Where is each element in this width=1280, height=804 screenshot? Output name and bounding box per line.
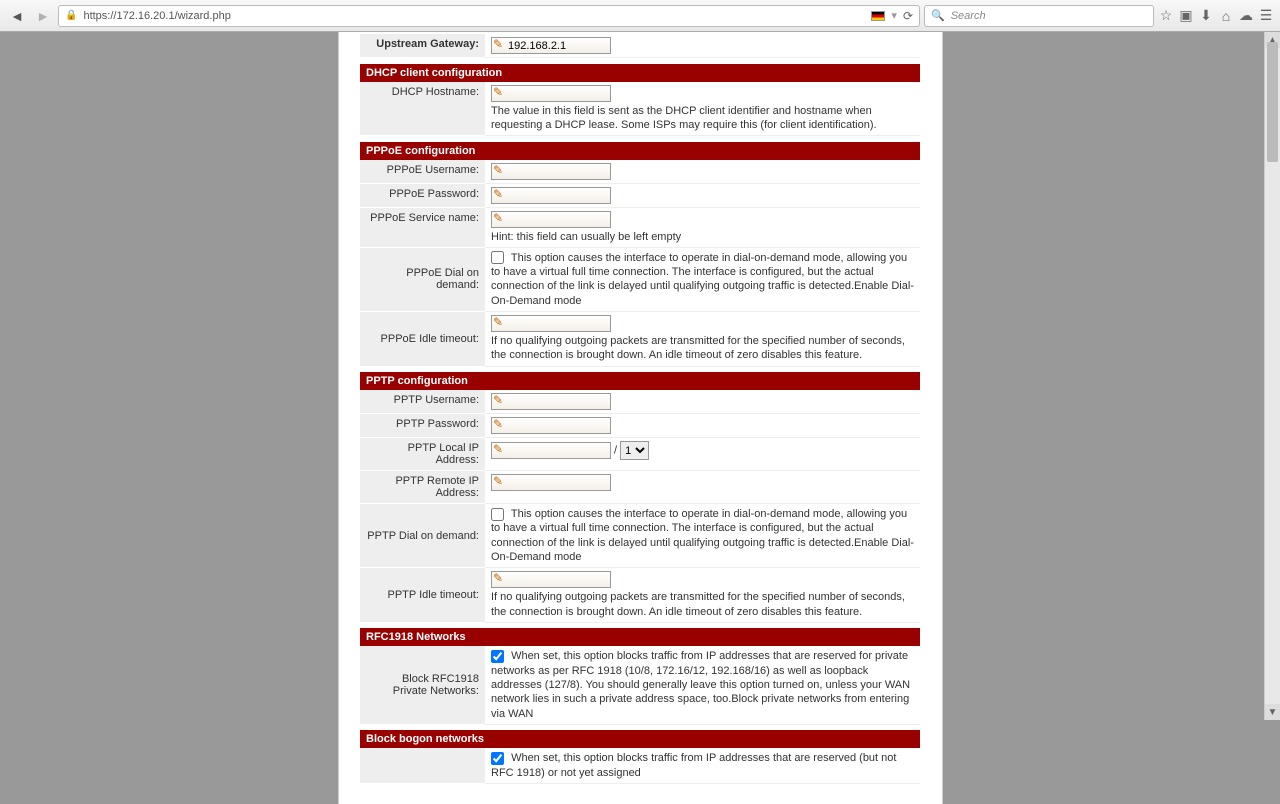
pppoe-password-input[interactable] <box>491 187 611 204</box>
back-button[interactable]: ◄ <box>6 5 28 27</box>
pppoe-dod-hint: This option causes the interface to oper… <box>491 252 914 307</box>
scroll-down-icon[interactable]: ▼ <box>1265 704 1280 720</box>
bogon-section-header: Block bogon networks <box>360 730 920 748</box>
reader-icon[interactable]: ▾ <box>891 9 897 22</box>
pppoe-dod-label: PPPoE Dial on demand: <box>360 247 485 311</box>
pptp-idle-input[interactable] <box>491 571 611 588</box>
upstream-gateway-label: Upstream Gateway: <box>360 34 485 58</box>
chat-icon[interactable]: ☁ <box>1238 8 1254 24</box>
pppoe-idle-hint: If no qualifying outgoing packets are tr… <box>491 334 914 363</box>
bogon-block-hint: When set, this option blocks traffic fro… <box>491 752 896 778</box>
dhcp-section-header: DHCP client configuration <box>360 64 920 82</box>
pppoe-section-header: PPPoE configuration <box>360 142 920 160</box>
scrollbar[interactable]: ▲ ▼ <box>1264 32 1280 720</box>
url-text: https://172.16.20.1/wizard.php <box>83 10 865 22</box>
forward-button[interactable]: ► <box>32 5 54 27</box>
pppoe-service-label: PPPoE Service name: <box>360 207 485 247</box>
pptp-localip-mask-select[interactable]: 1 <box>620 441 649 460</box>
pptp-dod-label: PPTP Dial on demand: <box>360 504 485 568</box>
pptp-idle-hint: If no qualifying outgoing packets are tr… <box>491 590 914 619</box>
rfc1918-block-label: Block RFC1918 Private Networks: <box>360 646 485 724</box>
pptp-remoteip-input[interactable] <box>491 474 611 491</box>
pptp-section-header: PPTP configuration <box>360 372 920 390</box>
pptp-dod-hint: This option causes the interface to oper… <box>491 508 914 563</box>
pptp-password-label: PPTP Password: <box>360 414 485 438</box>
pptp-dod-checkbox[interactable] <box>491 508 504 521</box>
pppoe-idle-input[interactable] <box>491 315 611 332</box>
dhcp-hostname-hint: The value in this field is sent as the D… <box>491 104 914 133</box>
search-icon: 🔍 <box>931 9 945 22</box>
pptp-localip-label: PPTP Local IP Address: <box>360 438 485 471</box>
pptp-password-input[interactable] <box>491 417 611 434</box>
downloads-icon[interactable]: ⬇ <box>1198 8 1214 24</box>
dhcp-hostname-input[interactable] <box>491 85 611 102</box>
pppoe-username-label: PPPoE Username: <box>360 160 485 184</box>
pppoe-service-input[interactable] <box>491 211 611 228</box>
pppoe-service-hint: Hint: this field can usually be left emp… <box>491 230 914 244</box>
pptp-localip-input[interactable] <box>491 442 611 459</box>
lock-icon: 🔒 <box>65 10 77 21</box>
flag-icon <box>871 11 885 21</box>
pppoe-dod-checkbox[interactable] <box>491 251 504 264</box>
config-table: Upstream Gateway: DHCP client configurat… <box>360 34 920 784</box>
bookmark-star-icon[interactable]: ☆ <box>1158 8 1174 24</box>
pppoe-idle-label: PPPoE Idle timeout: <box>360 312 485 367</box>
rfc1918-section-header: RFC1918 Networks <box>360 628 920 646</box>
pptp-remoteip-label: PPTP Remote IP Address: <box>360 471 485 504</box>
dhcp-hostname-label: DHCP Hostname: <box>360 82 485 136</box>
pppoe-password-label: PPPoE Password: <box>360 183 485 207</box>
search-placeholder: Search <box>951 10 986 22</box>
upstream-gateway-input[interactable] <box>491 37 611 54</box>
bogon-block-checkbox[interactable] <box>491 752 504 765</box>
rfc1918-block-checkbox[interactable] <box>491 650 504 663</box>
pptp-username-label: PPTP Username: <box>360 390 485 414</box>
url-bar[interactable]: 🔒 https://172.16.20.1/wizard.php ▾ ⟳ <box>58 5 920 27</box>
pptp-idle-label: PPTP Idle timeout: <box>360 568 485 623</box>
menu-icon[interactable]: ☰ <box>1258 8 1274 24</box>
pptp-username-input[interactable] <box>491 393 611 410</box>
scroll-thumb[interactable] <box>1267 42 1278 162</box>
refresh-icon[interactable]: ⟳ <box>903 9 913 23</box>
home-icon[interactable]: ⌂ <box>1218 8 1234 24</box>
browser-toolbar: ◄ ► 🔒 https://172.16.20.1/wizard.php ▾ ⟳… <box>0 0 1280 32</box>
pppoe-username-input[interactable] <box>491 163 611 180</box>
rfc1918-block-hint: When set, this option blocks traffic fro… <box>491 650 910 719</box>
bogon-block-label <box>360 748 485 783</box>
search-bar[interactable]: 🔍 Search <box>924 5 1154 27</box>
pocket-icon[interactable]: ▣ <box>1178 8 1194 24</box>
